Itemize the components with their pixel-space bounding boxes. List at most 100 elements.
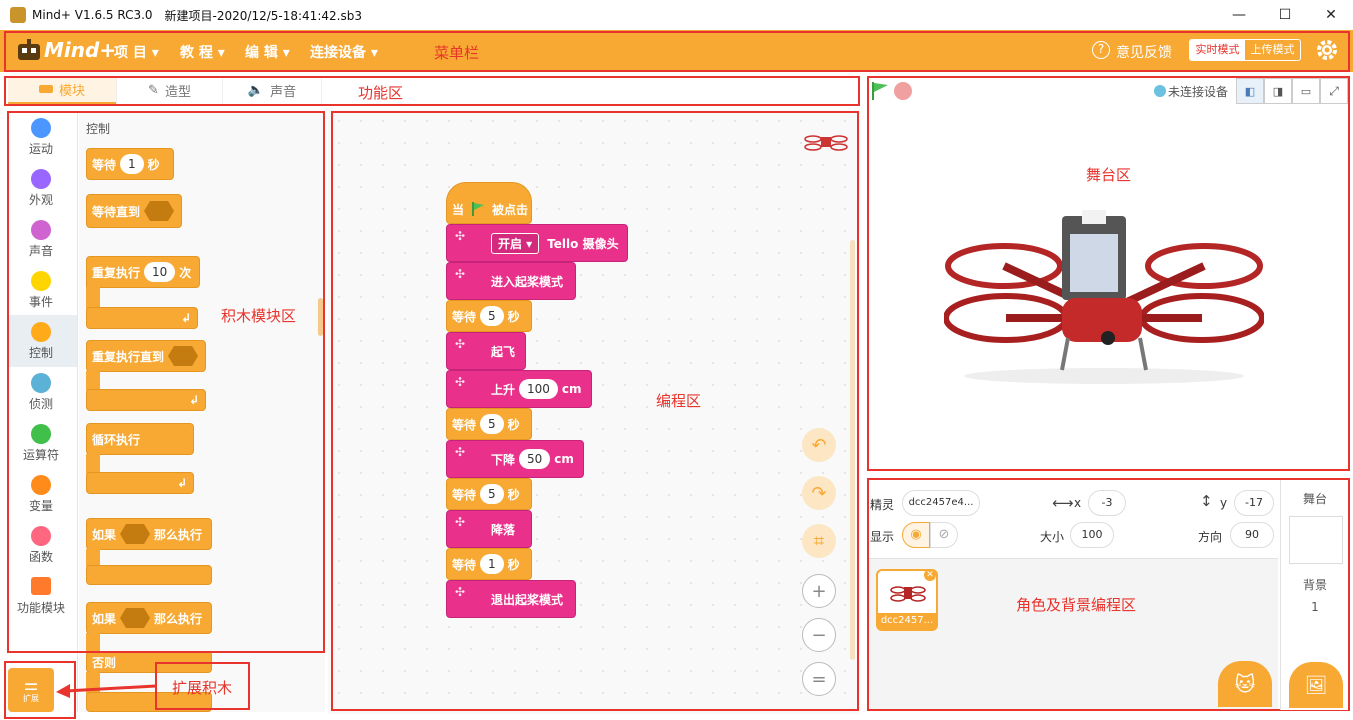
connection-status-icon [1154, 85, 1166, 97]
category-sound[interactable]: 声音 [10, 220, 72, 259]
x-label: x [1074, 496, 1082, 510]
connection-status: 未连接设备 [1168, 85, 1229, 99]
block-if[interactable]: 如果 那么执行 [86, 518, 212, 550]
large-stage-icon[interactable]: ◨ [1264, 78, 1292, 104]
undo-icon[interactable]: ↶ [802, 428, 836, 462]
block-enter-sdk[interactable]: ✣ 进入起桨模式 [446, 262, 576, 300]
drone-icon: ✣ [455, 229, 466, 243]
forever-end: ↲ [86, 472, 194, 494]
zoom-out-icon[interactable]: − [802, 618, 836, 652]
block-up[interactable]: ✣ 上升 100 cm [446, 370, 592, 408]
category-looks[interactable]: 外观 [10, 169, 72, 208]
block-wait-1[interactable]: 等待 5 秒 [446, 300, 532, 332]
editor-tabs: 模块 ✎ 造型 🔈 声音 [4, 76, 860, 106]
category-sensing[interactable]: 侦测 [10, 373, 72, 412]
category-motion[interactable]: 运动 [10, 118, 72, 157]
category-function-modules[interactable]: 功能模块 [10, 577, 72, 616]
extension-button[interactable]: ⚌ 扩展 [8, 668, 54, 712]
palette-title: 控制 [86, 122, 111, 136]
block-wait-2[interactable]: 等待 5 秒 [446, 408, 532, 440]
fullscreen-icon[interactable]: ⤢ [1320, 78, 1348, 104]
block-repeat-until[interactable]: 重复执行直到 [86, 340, 206, 372]
y-input[interactable]: -17 [1234, 490, 1274, 516]
control-dot-icon [31, 322, 51, 342]
category-events[interactable]: 事件 [10, 271, 72, 310]
zoom-reset-icon[interactable]: = [802, 662, 836, 696]
minimize-button[interactable]: — [1216, 0, 1262, 30]
block-exit-sdk[interactable]: ✣ 退出起桨模式 [446, 580, 576, 618]
green-flag-icon[interactable] [870, 81, 890, 101]
help-icon[interactable]: ? [1092, 41, 1110, 59]
add-backdrop-image-icon[interactable]: 🖼 [1289, 662, 1343, 708]
delete-sprite-icon[interactable]: ✕ [924, 569, 936, 581]
brush-icon: ✎ [148, 82, 159, 98]
feedback-link[interactable]: 意见反馈 [1116, 42, 1172, 62]
script-workspace[interactable] [328, 110, 860, 714]
show-eye-icon[interactable]: ◉ [902, 522, 930, 548]
zoom-in-icon[interactable]: + [802, 574, 836, 608]
realtime-mode-button[interactable]: 实时模式 [1190, 40, 1245, 60]
tab-costumes[interactable]: ✎ 造型 [116, 76, 222, 104]
category-control[interactable]: 控制 [10, 322, 72, 361]
stop-icon[interactable] [894, 82, 912, 100]
crop-icon[interactable]: ⌗ [802, 524, 836, 558]
stage-thumbnail[interactable] [1289, 516, 1343, 564]
loop-arrow-icon: ↲ [176, 476, 187, 490]
menu-tutorial[interactable]: 教 程 ▾ [180, 42, 225, 62]
close-button[interactable]: ✕ [1308, 0, 1353, 30]
tab-sounds-label: 声音 [270, 84, 297, 100]
project-name: 新建项目-2020/12/5-18:41:42.sb3 [164, 8, 362, 23]
block-wait-3[interactable]: 等待 5 秒 [446, 478, 532, 510]
block-repeat[interactable]: 重复执行 10 次 [86, 256, 200, 288]
category-variables[interactable]: 变量 [10, 475, 72, 514]
sprite-name-input[interactable]: dcc2457e4... [902, 490, 980, 516]
block-if-else[interactable]: 如果 那么执行 [86, 602, 212, 634]
hide-eye-icon[interactable]: ⊘ [930, 522, 958, 548]
sound-dot-icon [31, 220, 51, 240]
maximize-button[interactable]: ☐ [1262, 0, 1308, 30]
block-wait[interactable]: 等待 1 秒 [86, 148, 174, 180]
block-forever[interactable]: 循环执行 [86, 423, 194, 455]
menu-edit[interactable]: 编 辑 ▾ [245, 42, 290, 62]
tello-drone-sprite [944, 210, 1264, 384]
category-operators[interactable]: 运算符 [10, 424, 72, 463]
sprite-thumbnail[interactable]: ✕ dcc2457... [876, 569, 938, 631]
block-wait-4[interactable]: 等待 1 秒 [446, 548, 532, 580]
camera-dropdown[interactable]: 开启 ▾ [491, 232, 540, 254]
blocks-icon [38, 85, 53, 93]
annotation-sprite: 角色及背景编程区 [1016, 596, 1137, 614]
hide-stage-icon[interactable]: ▭ [1292, 78, 1320, 104]
size-input[interactable]: 100 [1070, 522, 1114, 548]
stage-selector[interactable]: 舞台 背景 1 🖼 [1280, 480, 1348, 710]
logo[interactable]: Mind+ [16, 38, 116, 62]
block-land[interactable]: ✣ 降落 [446, 510, 532, 548]
palette-scrollbar[interactable] [318, 298, 323, 336]
logo-text: Mind+ [44, 38, 117, 62]
small-stage-icon[interactable]: ◧ [1236, 78, 1264, 104]
workspace-scrollbar[interactable] [850, 240, 855, 660]
settings-gear-icon[interactable] [1316, 39, 1338, 61]
block-camera[interactable]: ✣ 开启 ▾ Tello 摄像头 [446, 224, 628, 262]
stage-canvas[interactable] [868, 108, 1348, 470]
add-sprite-cat-icon[interactable]: 🐱 [1218, 661, 1272, 707]
upload-mode-button[interactable]: 上传模式 [1245, 40, 1300, 60]
category-functions[interactable]: 函数 [10, 526, 72, 565]
tab-blocks[interactable]: 模块 [8, 76, 116, 104]
horizontal-arrows-icon: ⟷ [1052, 494, 1074, 512]
block-wait-until[interactable]: 等待直到 [86, 194, 182, 228]
direction-input[interactable]: 90 [1230, 522, 1274, 548]
speaker-icon: 🔈 [247, 82, 265, 98]
y-label: y [1220, 496, 1228, 510]
menu-project[interactable]: 项 目 ▾ [114, 42, 159, 62]
condition-slot [168, 346, 199, 366]
block-down[interactable]: ✣ 下降 50 cm [446, 440, 584, 478]
redo-icon[interactable]: ↷ [802, 476, 836, 510]
mode-toggle[interactable]: 实时模式 上传模式 [1189, 39, 1301, 61]
backdrop-label: 背景 [1302, 578, 1327, 592]
block-takeoff[interactable]: ✣ 起飞 [446, 332, 526, 370]
x-input[interactable]: -3 [1088, 490, 1126, 516]
drone-icon: ✣ [455, 375, 466, 389]
tab-sounds[interactable]: 🔈 声音 [222, 76, 322, 104]
menu-connect-device[interactable]: 连接设备 ▾ [310, 42, 378, 62]
block-when-flag-clicked[interactable]: 当 被点击 [446, 182, 532, 224]
